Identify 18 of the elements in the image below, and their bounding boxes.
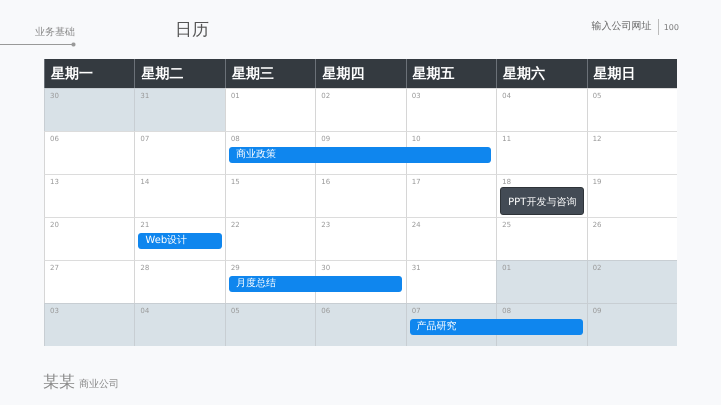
page-title: 日历 (175, 19, 209, 41)
weekday-header: 星期五 (406, 59, 496, 88)
event-bar[interactable]: 产品研究 (410, 319, 583, 335)
company-subtitle: 商业公司 (79, 378, 119, 391)
weekday-header: 星期一 (44, 59, 134, 88)
weekday-header: 星期三 (224, 59, 316, 88)
weekday-header: 星期六 (496, 59, 587, 88)
event-bar[interactable]: 商业政策 (228, 147, 492, 163)
website-text: 输入公司网址 (592, 19, 659, 35)
page-number: 100 (662, 22, 679, 32)
event-bar[interactable]: PPT开发与咨询 (500, 187, 584, 215)
section-label: 业务基础 (35, 26, 75, 39)
event-bar[interactable]: Web设计 (138, 233, 222, 249)
weekday-header: 星期四 (315, 59, 406, 88)
weekday-header: 星期二 (134, 59, 225, 88)
weekday-header: 星期日 (586, 59, 677, 88)
event-bar[interactable]: 月度总结 (228, 276, 402, 292)
company-name: 某某 (43, 372, 75, 393)
